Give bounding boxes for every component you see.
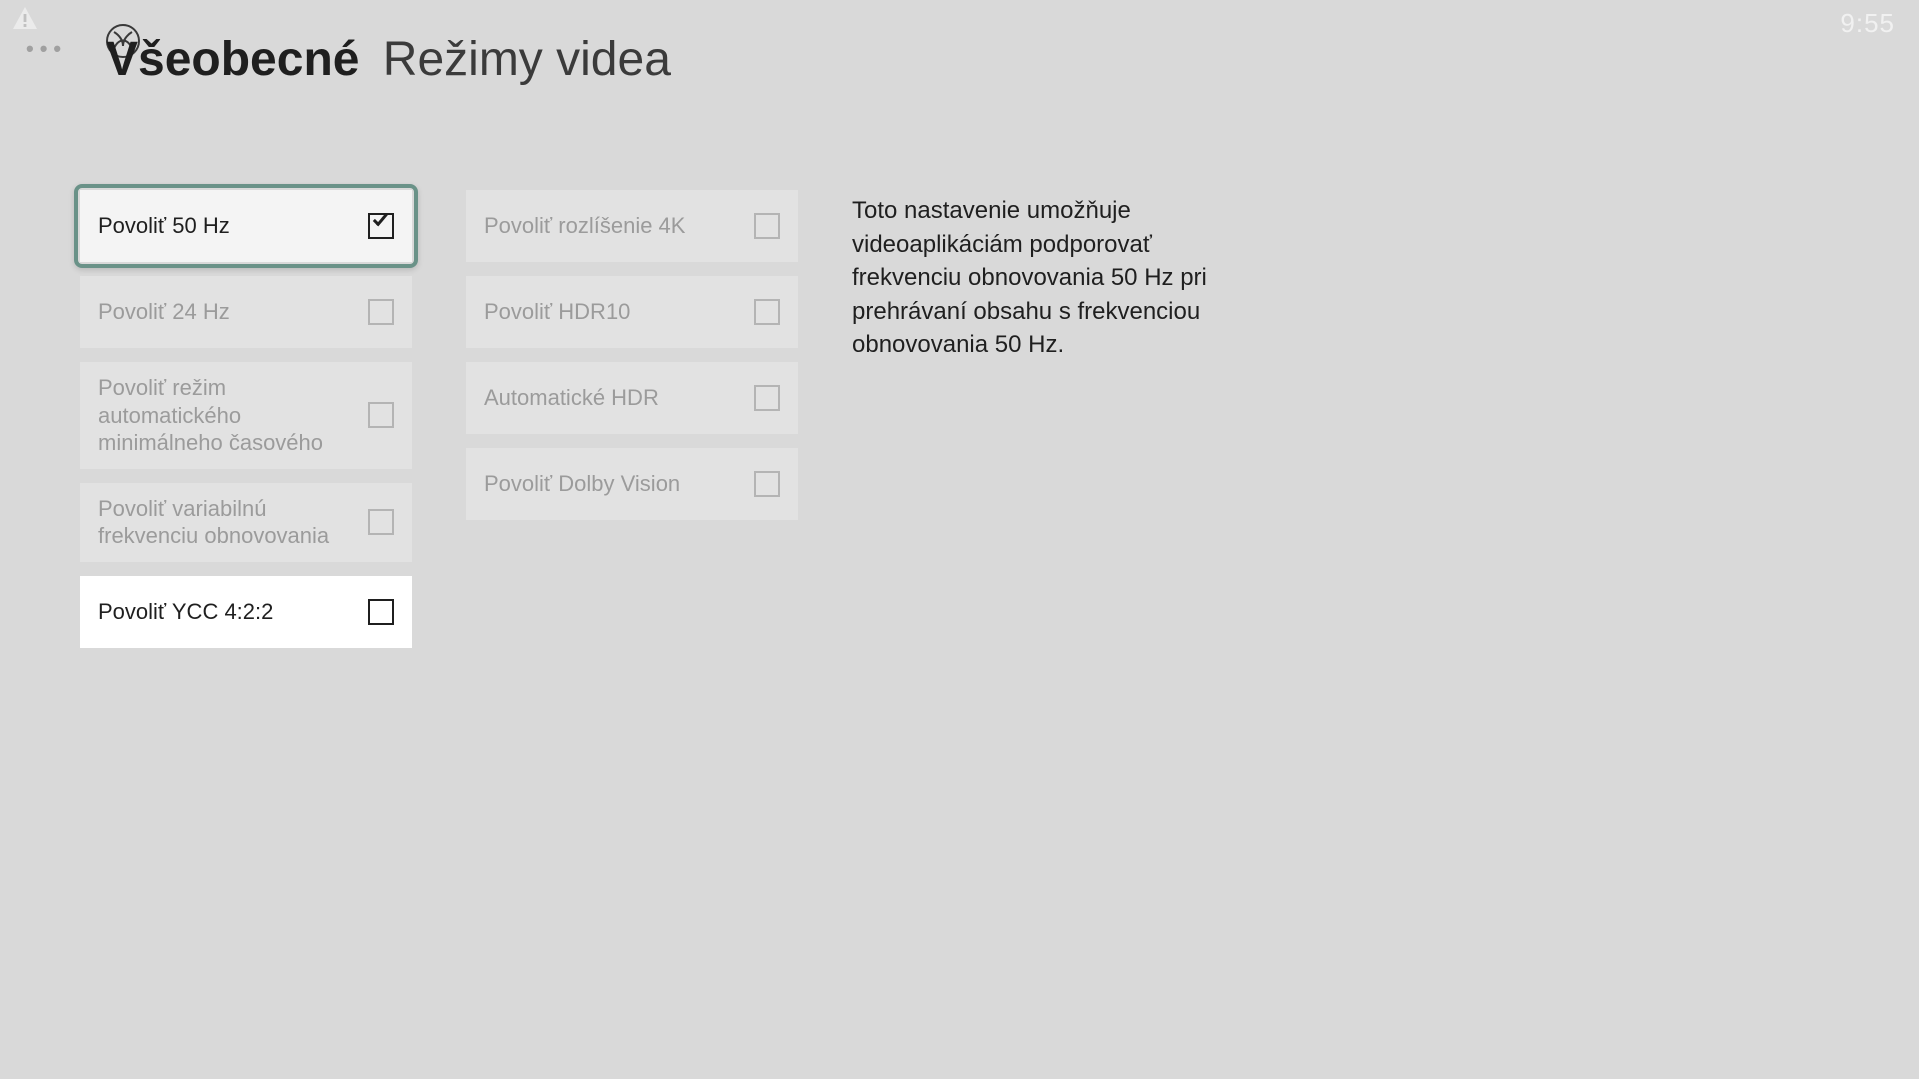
video-mode-option: Povoliť režim automatického minimálneho … [80,362,412,469]
option-label: Povoliť HDR10 [484,298,754,326]
checkbox-icon [368,402,394,428]
video-mode-option[interactable]: Povoliť YCC 4:2:2 [80,576,412,648]
breadcrumb: Všeobecné Režimy videa [106,36,671,84]
clock: 9:55 [1840,8,1895,39]
checkbox-icon [754,299,780,325]
video-mode-option[interactable]: Povoliť 50 Hz [80,190,412,262]
option-label: Povoliť 24 Hz [98,298,368,326]
checkbox-icon [754,385,780,411]
option-label: Povoliť 50 Hz [98,212,368,240]
breadcrumb-section: Všeobecné [106,33,359,86]
options-column-1: Povoliť 50 Hz Povoliť 24 Hz Povoliť režim … [80,190,412,648]
video-mode-option: Povoliť 24 Hz [80,276,412,348]
more-icon[interactable]: ••• [26,36,67,62]
video-mode-option: Automatické HDR [466,362,798,434]
option-description: Toto nastavenie umožňuje videoaplikáciám… [852,194,1212,362]
checkbox-icon [368,599,394,625]
video-mode-option: Povoliť Dolby Vision [466,448,798,520]
option-label: Povoliť YCC 4:2:2 [98,598,368,626]
option-label: Povoliť rozlíšenie 4K [484,212,754,240]
video-mode-option: Povoliť rozlíšenie 4K [466,190,798,262]
option-label: Povoliť variabilnú frekvenciu obnovovani… [98,495,368,550]
checkbox-icon [368,299,394,325]
video-mode-option: Povoliť HDR10 [466,276,798,348]
options-column-2: Povoliť rozlíšenie 4K Povoliť HDR10 Automa… [466,190,798,648]
option-label: Povoliť Dolby Vision [484,470,754,498]
option-label: Povoliť režim automatického minimálneho … [98,374,368,457]
checkbox-icon [368,509,394,535]
checkbox-icon [754,213,780,239]
checkbox-icon [754,471,780,497]
breadcrumb-page: Režimy videa [383,33,671,86]
warning-icon [12,6,38,30]
video-mode-option: Povoliť variabilnú frekvenciu obnovovani… [80,483,412,562]
option-label: Automatické HDR [484,384,754,412]
checkbox-icon [368,213,394,239]
